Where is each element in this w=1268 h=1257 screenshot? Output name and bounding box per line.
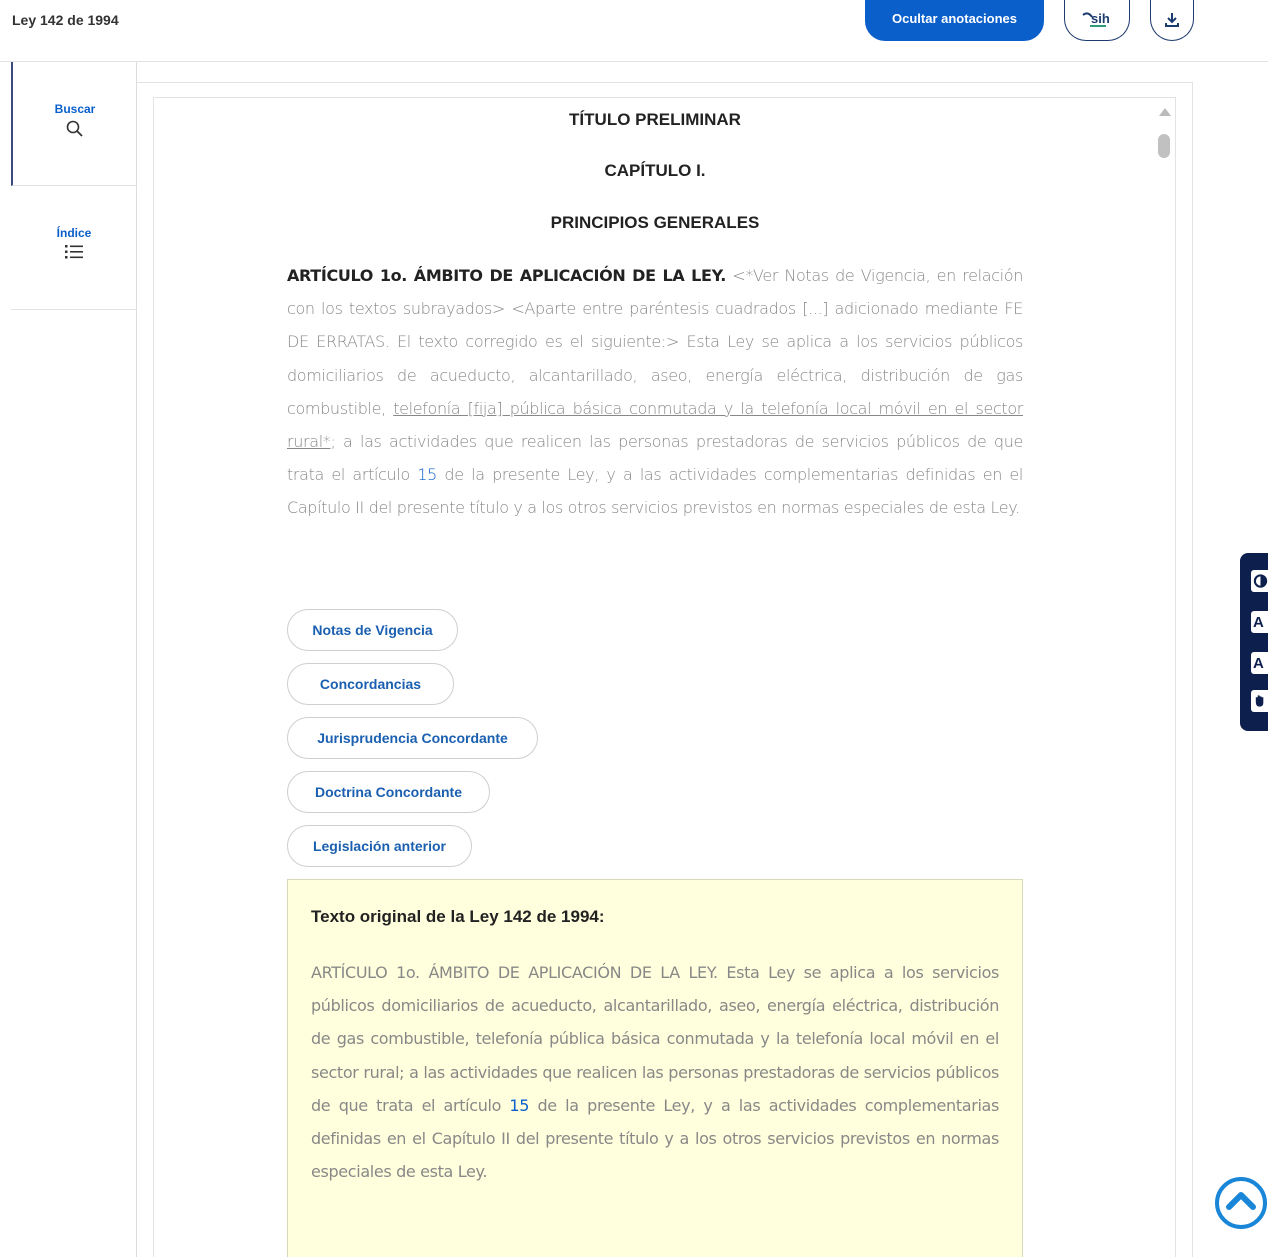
jurisprudencia-concordante-button[interactable]: Jurisprudencia Concordante xyxy=(287,717,538,759)
article-title: ARTÍCULO 1o. ÁMBITO DE APLICACIÓN DE LA … xyxy=(287,266,726,285)
article-text-part: <*Ver Notas de Vigencia, en relación con… xyxy=(287,266,1023,418)
sih-logo-icon: sih xyxy=(1082,11,1110,27)
original-article-15-link[interactable]: 15 xyxy=(509,1096,529,1115)
contrast-button[interactable] xyxy=(1251,570,1268,592)
sidebar-item-index[interactable]: Índice xyxy=(11,186,137,310)
download-button[interactable] xyxy=(1150,0,1194,41)
doctrina-concordante-button[interactable]: Doctrina Concordante xyxy=(287,771,490,813)
sidebar-item-label: Buscar xyxy=(54,102,96,116)
legislacion-anterior-button[interactable]: Legislación anterior xyxy=(287,825,472,867)
original-text-box: Texto original de la Ley 142 de 1994: AR… xyxy=(287,879,1023,1257)
chevron-up-circle-icon xyxy=(1215,1177,1267,1229)
decrease-font-button[interactable]: A xyxy=(1251,652,1268,674)
list-icon xyxy=(65,245,83,259)
sidebar-item-label: Índice xyxy=(56,226,92,240)
scrollbar-thumb[interactable] xyxy=(1158,134,1170,158)
sih-logo-text: sih xyxy=(1091,11,1110,26)
concordancias-button[interactable]: Concordancias xyxy=(287,663,454,705)
back-to-top-button[interactable] xyxy=(1214,1173,1268,1233)
top-header: Ley 142 de 1994 Ocultar anotaciones sih xyxy=(0,0,1268,62)
sign-language-icon xyxy=(1255,695,1264,707)
left-sidebar: Buscar Índice xyxy=(11,62,137,1257)
original-text-part: ARTÍCULO 1o. ÁMBITO DE APLICACIÓN DE LA … xyxy=(311,963,999,1115)
document-viewer: TÍTULO PRELIMINAR CAPÍTULO I. PRINCIPIOS… xyxy=(153,97,1176,1257)
original-text-title: Texto original de la Ley 142 de 1994: xyxy=(311,907,605,926)
article-1-text: ARTÍCULO 1o. ÁMBITO DE APLICACIÓN DE LA … xyxy=(287,259,1023,525)
notas-vigencia-button[interactable]: Notas de Vigencia xyxy=(287,609,458,651)
increase-font-button[interactable]: A xyxy=(1251,611,1268,633)
scroll-up-arrow-icon[interactable] xyxy=(1159,108,1171,116)
search-icon xyxy=(66,120,83,137)
original-text-body: ARTÍCULO 1o. ÁMBITO DE APLICACIÓN DE LA … xyxy=(311,956,999,1188)
heading-principles: PRINCIPIOS GENERALES xyxy=(550,213,760,232)
download-icon xyxy=(1165,13,1179,27)
sidebar-item-search[interactable]: Buscar xyxy=(11,62,137,186)
heading-title: TÍTULO PRELIMINAR xyxy=(569,110,741,129)
heading-chapter: CAPÍTULO I. xyxy=(604,161,706,180)
accessibility-toolbar: A A xyxy=(1240,553,1268,731)
scrollbar[interactable] xyxy=(1155,98,1175,1257)
sign-language-button[interactable] xyxy=(1251,690,1268,712)
hide-annotations-button[interactable]: Ocultar anotaciones xyxy=(865,0,1044,41)
document-title: Ley 142 de 1994 xyxy=(12,12,119,28)
contrast-icon xyxy=(1253,574,1268,588)
article-15-link[interactable]: 15 xyxy=(417,465,437,484)
sih-button[interactable]: sih xyxy=(1064,0,1130,41)
hide-annotations-label: Ocultar anotaciones xyxy=(892,11,1017,26)
